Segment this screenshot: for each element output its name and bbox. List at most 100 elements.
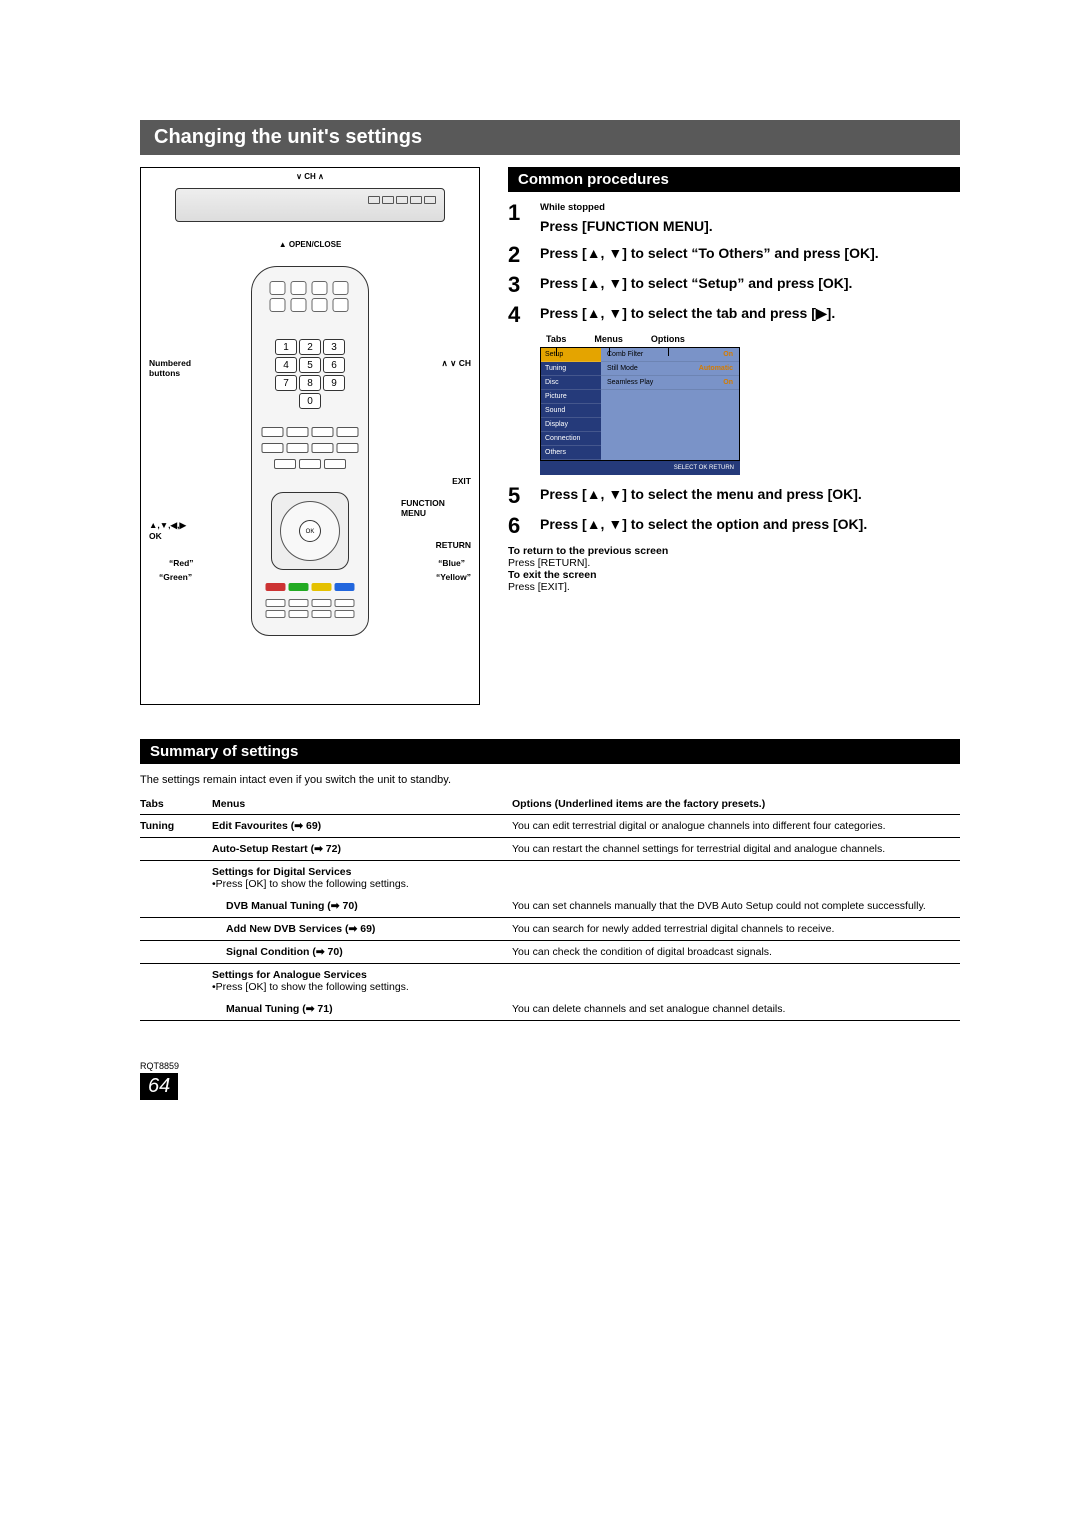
osd-menu-row: Still ModeAutomatic bbox=[601, 362, 739, 376]
table-row: TuningEdit Favourites (➡ 69)You can edit… bbox=[140, 815, 960, 838]
osd-tab-sound: Sound bbox=[541, 404, 601, 418]
color-buttons bbox=[266, 583, 355, 591]
osd-header-labels: Tabs Menus Options bbox=[546, 334, 960, 344]
osd-menu-row: Comb FilterOn bbox=[601, 348, 739, 362]
osd-tab-disc: Disc bbox=[541, 376, 601, 390]
unit-front-buttons bbox=[368, 196, 436, 204]
table-row: Settings for Analogue Services•Press [OK… bbox=[140, 964, 960, 999]
procedure-steps: While stopped Press [FUNCTION MENU]. Pre… bbox=[508, 202, 960, 326]
step-4: Press [▲, ▼] to select the tab and press… bbox=[508, 304, 960, 326]
callout-ch: ∧ ∨ CH bbox=[442, 358, 471, 369]
remote-dpad: OK bbox=[271, 492, 349, 570]
cell-option bbox=[512, 861, 960, 896]
step-6-text: Press [▲, ▼] to select the option and pr… bbox=[540, 515, 867, 534]
col-menus: Menus bbox=[212, 794, 512, 815]
cell-menu: Settings for Digital Services•Press [OK]… bbox=[212, 861, 512, 896]
callout-red: “Red” bbox=[169, 558, 194, 568]
osd-label-options: Options bbox=[651, 334, 685, 344]
cell-tab bbox=[140, 964, 212, 999]
cell-option: You can restart the channel settings for… bbox=[512, 838, 960, 861]
cell-option: You can edit terrestrial digital or anal… bbox=[512, 815, 960, 838]
callout-numbered: Numbered buttons bbox=[149, 358, 209, 378]
step-5-text: Press [▲, ▼] to select the menu and pres… bbox=[540, 485, 862, 504]
osd-tab-setup: Setup bbox=[541, 348, 601, 362]
callout-arrows-ok: ▲,▼,◀,▶ OK bbox=[149, 520, 186, 541]
cell-menu: Manual Tuning (➡ 71) bbox=[212, 998, 512, 1021]
step-2: Press [▲, ▼] to select “To Others” and p… bbox=[508, 244, 960, 266]
table-row: Signal Condition (➡ 70)You can check the… bbox=[140, 941, 960, 964]
yellow-button bbox=[312, 583, 332, 591]
step-2-text: Press [▲, ▼] to select “To Others” and p… bbox=[540, 244, 879, 263]
table-row: DVB Manual Tuning (➡ 70)You can set chan… bbox=[140, 895, 960, 918]
step-3-text: Press [▲, ▼] to select “Setup” and press… bbox=[540, 274, 852, 293]
remote-bottom-rows bbox=[266, 599, 355, 618]
exit-note-body: Press [EXIT]. bbox=[508, 581, 570, 593]
callout-green: “Green” bbox=[159, 572, 192, 582]
key-4: 4 bbox=[275, 357, 297, 373]
remote-top-cluster bbox=[270, 281, 351, 312]
cell-menu: Auto-Setup Restart (➡ 72) bbox=[212, 838, 512, 861]
key-3: 3 bbox=[323, 339, 345, 355]
page-title-bar: Changing the unit's settings bbox=[140, 120, 960, 155]
osd-menus: Comb FilterOn Still ModeAutomatic Seamle… bbox=[601, 348, 739, 460]
step-1-pre: While stopped bbox=[540, 202, 713, 215]
table-row: Settings for Digital Services•Press [OK]… bbox=[140, 861, 960, 896]
red-button bbox=[266, 583, 286, 591]
step-1: While stopped Press [FUNCTION MENU]. bbox=[508, 202, 960, 236]
key-6: 6 bbox=[323, 357, 345, 373]
osd-label-menus: Menus bbox=[594, 334, 623, 344]
callout-return: RETURN bbox=[436, 540, 471, 550]
procedures-panel: Common procedures While stopped Press [F… bbox=[508, 167, 960, 705]
step-5: Press [▲, ▼] to select the menu and pres… bbox=[508, 485, 960, 507]
summary-note: The settings remain intact even if you s… bbox=[140, 774, 960, 786]
ok-button: OK bbox=[299, 520, 321, 542]
key-9: 9 bbox=[323, 375, 345, 391]
osd-tabs: Setup Tuning Disc Picture Sound Display … bbox=[541, 348, 601, 460]
cell-menu: Settings for Analogue Services•Press [OK… bbox=[212, 964, 512, 999]
summary-heading: Summary of settings bbox=[140, 739, 960, 764]
osd-tab-connection: Connection bbox=[541, 432, 601, 446]
osd-mock: Tabs Menus Options Setup Tuning Disc Pic… bbox=[540, 334, 960, 475]
cell-option: You can check the condition of digital b… bbox=[512, 941, 960, 964]
osd-tab-picture: Picture bbox=[541, 390, 601, 404]
green-button bbox=[289, 583, 309, 591]
procedures-heading: Common procedures bbox=[508, 167, 960, 192]
key-0: 0 bbox=[299, 393, 321, 409]
remote-illustration: 1 2 3 4 5 6 7 8 9 0 bbox=[149, 266, 471, 686]
osd-screen: Setup Tuning Disc Picture Sound Display … bbox=[540, 347, 740, 461]
osd-menu-row: Seamless PlayOn bbox=[601, 376, 739, 390]
page-footer: RQT8859 64 bbox=[140, 1061, 960, 1100]
cell-option bbox=[512, 964, 960, 999]
osd-tab-others: Others bbox=[541, 446, 601, 460]
settings-table: Tabs Menus Options (Underlined items are… bbox=[140, 794, 960, 1021]
page-title: Changing the unit's settings bbox=[154, 126, 422, 148]
cell-tab bbox=[140, 918, 212, 941]
unit-ch-label: ∨ CH ∧ bbox=[141, 172, 479, 181]
remote-body: 1 2 3 4 5 6 7 8 9 0 bbox=[251, 266, 369, 636]
step-6: Press [▲, ▼] to select the option and pr… bbox=[508, 515, 960, 537]
osd-tab-display: Display bbox=[541, 418, 601, 432]
step-4-text: Press [▲, ▼] to select the tab and press… bbox=[540, 304, 835, 323]
remote-keypad: 1 2 3 4 5 6 7 8 9 0 bbox=[275, 339, 345, 409]
callout-blue: “Blue” bbox=[438, 558, 465, 568]
cell-tab bbox=[140, 861, 212, 896]
col-options: Options (Underlined items are the factor… bbox=[512, 794, 960, 815]
table-row: Auto-Setup Restart (➡ 72)You can restart… bbox=[140, 838, 960, 861]
key-2: 2 bbox=[299, 339, 321, 355]
table-row: Manual Tuning (➡ 71)You can delete chann… bbox=[140, 998, 960, 1021]
open-close-label: ▲ OPEN/CLOSE bbox=[141, 240, 479, 249]
callout-exit: EXIT bbox=[452, 476, 471, 486]
cell-option: You can delete channels and set analogue… bbox=[512, 998, 960, 1021]
player-unit-outline bbox=[175, 188, 445, 222]
procedure-steps-cont: Press [▲, ▼] to select the menu and pres… bbox=[508, 485, 960, 537]
remote-midrow-2 bbox=[262, 443, 359, 453]
cell-menu: Signal Condition (➡ 70) bbox=[212, 941, 512, 964]
remote-midrow-1 bbox=[262, 427, 359, 437]
doc-code: RQT8859 bbox=[140, 1061, 960, 1071]
cell-option: You can set channels manually that the D… bbox=[512, 895, 960, 918]
cell-menu: DVB Manual Tuning (➡ 70) bbox=[212, 895, 512, 918]
cell-tab bbox=[140, 838, 212, 861]
return-note-head: To return to the previous screen bbox=[508, 545, 668, 557]
procedure-notes: To return to the previous screen Press [… bbox=[508, 545, 960, 593]
cell-menu: Edit Favourites (➡ 69) bbox=[212, 815, 512, 838]
